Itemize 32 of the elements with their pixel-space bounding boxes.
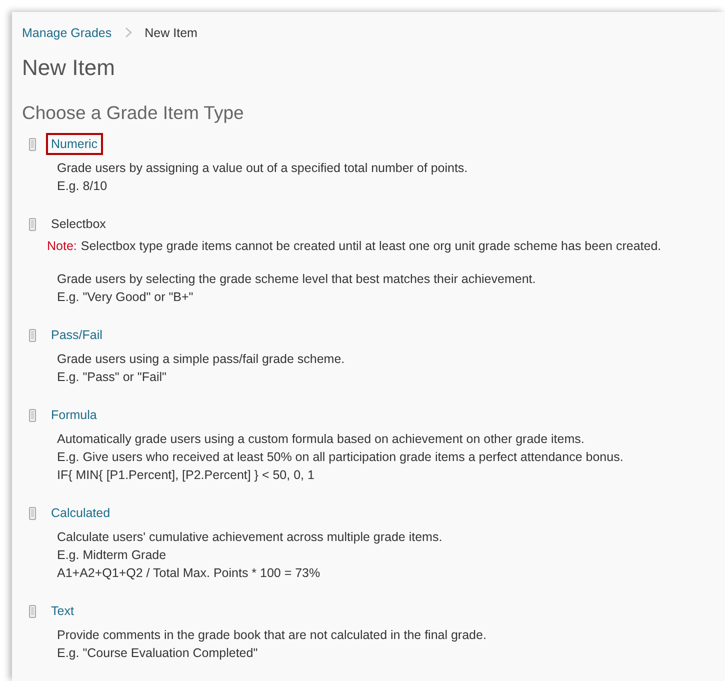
description-line: E.g. "Very Good" or "B+" — [57, 289, 194, 306]
description-line: IF{ MIN{ [P1.Percent], [P2.Percent] } < 50, 0, 1 — [57, 467, 316, 484]
drag-handle-icon[interactable] — [29, 408, 36, 422]
grade-type-link[interactable]: Pass/Fail — [46, 324, 108, 346]
note-label: Note: — [47, 239, 77, 253]
drag-handle-icon[interactable] — [29, 604, 36, 618]
description-line: Grade users by selecting the grade scheme level that best matches their achievement. — [57, 271, 537, 288]
grade-type-link[interactable]: Formula — [46, 404, 102, 426]
description-line: Calculate users' cumulative achievement across multiple grade items. — [57, 529, 444, 546]
note-text: Selectbox type grade items cannot be created until at least one org unit grade scheme has been created. — [80, 239, 662, 253]
description-line: E.g. "Course Evaluation Completed" — [57, 645, 259, 662]
description-line: E.g. 8/10 — [57, 178, 108, 195]
breadcrumb-current: New Item — [144, 26, 198, 40]
description-line: E.g. Midterm Grade — [57, 547, 168, 564]
description-line: Grade users by assigning a value out of a specified total number of points. — [57, 160, 469, 177]
breadcrumb-link[interactable]: Manage Grades — [22, 26, 112, 40]
drag-handle-icon[interactable] — [29, 506, 36, 520]
description-line: Provide comments in the grade book that are not calculated in the final grade. — [57, 627, 488, 644]
description-line: E.g. Give users who received at least 50% on all participation grade items a perfect attendance bonus. — [57, 449, 624, 466]
section-heading: Choose a Grade Item Type — [22, 102, 245, 124]
description-line: Grade users using a simple pass/fail grade scheme. — [57, 351, 346, 368]
description-line: A1+A2+Q1+Q2 / Total Max. Points * 100 = 73% — [57, 565, 322, 582]
grade-type-link[interactable]: Numeric — [46, 133, 103, 155]
grade-type-link[interactable]: Text — [46, 600, 79, 622]
chevron-icon — [124, 27, 132, 38]
description-line: E.g. "Pass" or "Fail" — [57, 369, 168, 386]
drag-handle-icon[interactable] — [29, 138, 36, 150]
drag-handle-icon[interactable] — [29, 218, 36, 230]
description-line: Automatically grade users using a custom formula based on achievement on other grade items. — [57, 431, 586, 448]
grade-type-link[interactable]: Calculated — [46, 502, 116, 524]
page-title: New Item — [22, 55, 116, 81]
drag-handle-icon[interactable] — [29, 328, 36, 342]
